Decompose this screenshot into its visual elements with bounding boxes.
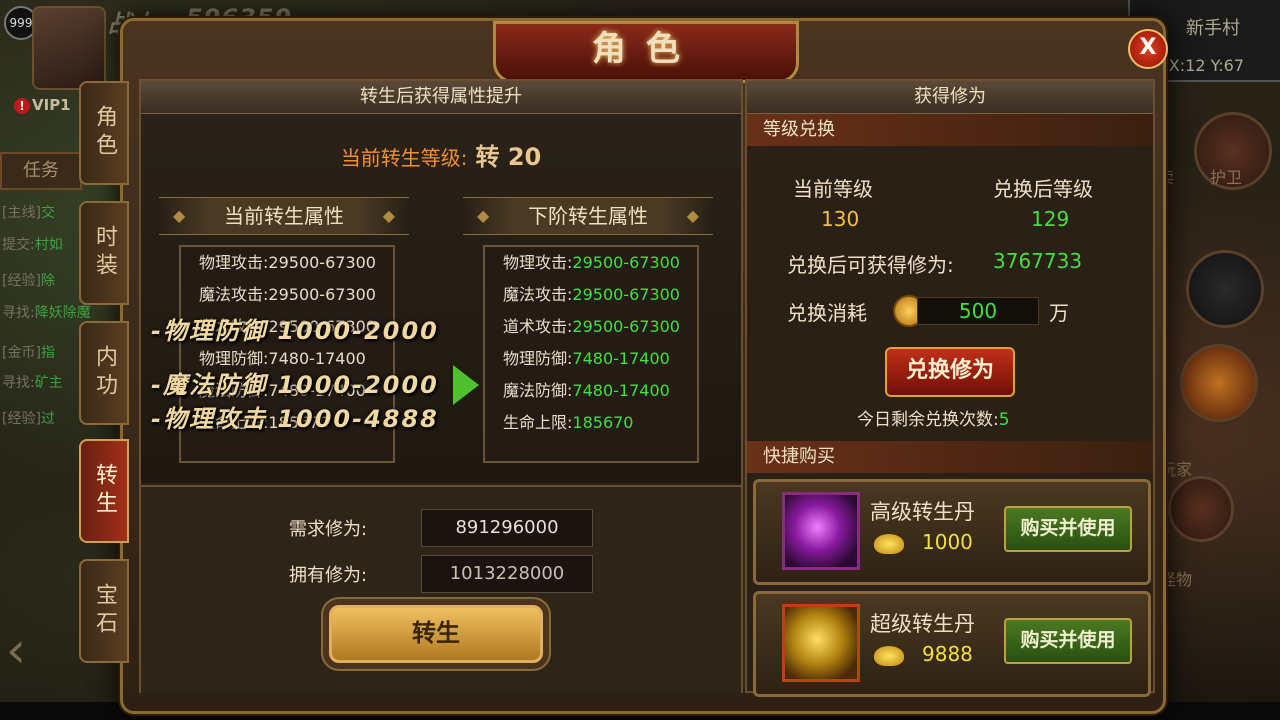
current-level-label: 当前转生等级: xyxy=(340,146,468,170)
required-label: 需求修为: xyxy=(289,519,368,540)
remaining-count: 今日剩余兑换次数:5 xyxy=(857,405,1010,430)
task-tab[interactable]: 任务 xyxy=(0,152,82,190)
gold-orb-icon[interactable] xyxy=(782,604,860,682)
after-level-value: 129 xyxy=(1031,207,1070,231)
quest-tag: 提交: xyxy=(2,237,35,253)
requirement-area: 需求修为: 891296000 拥有修为: 1013228000 转生 xyxy=(141,485,741,693)
quest-line[interactable]: [主线]交 xyxy=(2,202,55,222)
rebirth-button[interactable]: 转生 xyxy=(329,605,543,663)
attr-row: 魔法攻击:29500-67300 xyxy=(199,285,376,304)
attr-row: 物理防御:7480-17400 xyxy=(503,349,670,368)
quest-line[interactable]: 寻找:矿主 xyxy=(2,372,63,392)
quest-text: 除 xyxy=(40,273,55,289)
tab-gem[interactable]: 宝石 xyxy=(79,559,129,663)
after-level-label: 兑换后等级 xyxy=(993,177,1093,201)
guard-label: 护卫 xyxy=(1210,168,1243,187)
gain-value: 3767733 xyxy=(993,249,1083,273)
quest-tag: 寻找: xyxy=(2,305,35,321)
rebirth-panel: 转生后获得属性提升 当前转生等级: 转 20 当前转生属性 下阶转生属性 物理攻击… xyxy=(139,79,743,693)
floating-bonus-text: -魔法防御 1000-2000 xyxy=(151,371,439,399)
floating-bonus-text: -物理防御 1000-2000 xyxy=(151,317,439,345)
rebirth-panel-header: 转生后获得属性提升 xyxy=(141,81,741,114)
window-title: 角色 xyxy=(592,29,700,69)
cost-value: 500 xyxy=(917,297,1039,325)
vip-label: VIP1 xyxy=(32,96,71,114)
quest-tag: [经验] xyxy=(2,411,41,427)
next-attr-title: 下阶转生属性 xyxy=(463,197,713,235)
map-coordinates: X:12 Y:67 xyxy=(1168,56,1244,75)
buy-and-use-button[interactable]: 购买并使用 xyxy=(1004,506,1132,552)
item-price: 1000 xyxy=(922,530,973,554)
quest-tag: [主线] xyxy=(2,205,41,221)
item-name: 高级转生丹 xyxy=(870,500,975,524)
current-level-value: 130 xyxy=(821,207,860,231)
shop-item: 高级转生丹 1000 购买并使用 xyxy=(753,479,1151,585)
attr-row: 物理攻击:29500-67300 xyxy=(503,253,680,272)
quest-text: 交 xyxy=(40,205,55,221)
quest-line[interactable]: [金币]指 xyxy=(2,342,55,362)
cultivation-panel-header: 获得修为 xyxy=(747,81,1153,114)
arrow-right-icon xyxy=(453,365,479,405)
quest-tag: 寻找: xyxy=(2,375,35,391)
character-window: 角色 X 角色 时装 内功 转生 宝石 转生后获得属性提升 当前转生等级: 转 2… xyxy=(79,18,1168,714)
quick-buy-title: 快捷购买 xyxy=(747,441,1153,473)
current-rebirth-level: 当前转生等级: 转 20 xyxy=(141,137,741,172)
floating-bonus-text: -物理攻击 1000-4888 xyxy=(151,405,439,433)
item-price: 9888 xyxy=(922,642,973,666)
remaining-value: 5 xyxy=(998,410,1010,430)
quest-tag: [金币] xyxy=(2,345,41,361)
item-name: 超级转生丹 xyxy=(870,612,975,636)
close-icon: X xyxy=(1139,35,1157,60)
quest-tag: [经验] xyxy=(2,273,41,289)
attr-row: 生命上限:185670 xyxy=(503,413,634,432)
buy-and-use-button[interactable]: 购买并使用 xyxy=(1004,618,1132,664)
quest-text: 村如 xyxy=(34,237,63,253)
tab-rebirth[interactable]: 转生 xyxy=(79,439,129,543)
attr-row: 魔法防御:7480-17400 xyxy=(503,381,670,400)
remaining-label: 今日剩余兑换次数: xyxy=(857,410,999,430)
shop-item: 超级转生丹 9888 购买并使用 xyxy=(753,591,1151,697)
gold-ingot-icon xyxy=(874,646,904,666)
exchange-button[interactable]: 兑换修为 xyxy=(885,347,1015,397)
owned-value: 1013228000 xyxy=(421,555,593,593)
owned-label: 拥有修为: xyxy=(289,565,368,586)
window-title-plate: 角色 xyxy=(493,21,799,83)
purple-orb-icon[interactable] xyxy=(782,492,860,570)
skill-button[interactable] xyxy=(1186,250,1264,328)
attribute-area: 当前转生等级: 转 20 当前转生属性 下阶转生属性 物理攻击:29500-673… xyxy=(141,115,741,483)
attr-row: 道术攻击:29500-67300 xyxy=(503,317,680,336)
quest-text: 降妖除魔 xyxy=(34,305,91,321)
cultivation-panel: 获得修为 等级兑换 当前等级 兑换后等级 130 129 兑换后可获得修为: 3… xyxy=(745,79,1155,697)
quest-text: 过 xyxy=(40,411,55,427)
quest-line[interactable]: [经验]除 xyxy=(2,270,55,290)
player-avatar[interactable] xyxy=(32,6,106,90)
gold-ingot-icon xyxy=(874,534,904,554)
quest-line[interactable]: [经验]过 xyxy=(2,408,55,428)
current-attr-title: 当前转生属性 xyxy=(159,197,409,235)
quest-text: 矿主 xyxy=(34,375,63,391)
required-value: 891296000 xyxy=(421,509,593,547)
exchange-section-title: 等级兑换 xyxy=(747,114,1153,146)
chevron-left-icon[interactable]: ‹ xyxy=(6,620,46,680)
current-level-value: 转 20 xyxy=(475,143,542,171)
attr-row: 物理攻击:29500-67300 xyxy=(199,253,376,272)
vip-badge[interactable]: ! VIP1 xyxy=(14,96,71,114)
quest-line[interactable]: 提交:村如 xyxy=(2,234,63,254)
tab-inner-power[interactable]: 内功 xyxy=(79,321,129,425)
quest-text: 指 xyxy=(40,345,55,361)
tab-fashion[interactable]: 时装 xyxy=(79,201,129,305)
next-attr-box: 物理攻击:29500-67300 魔法攻击:29500-67300 道术攻击:2… xyxy=(483,245,699,463)
cost-label: 兑换消耗 xyxy=(787,301,867,325)
alert-icon: ! xyxy=(14,98,30,114)
close-button[interactable]: X xyxy=(1128,29,1168,69)
tab-character[interactable]: 角色 xyxy=(79,81,129,185)
quest-line[interactable]: 寻找:降妖除魔 xyxy=(2,302,91,322)
gain-label: 兑换后可获得修为: xyxy=(787,253,954,277)
cost-unit: 万 xyxy=(1049,301,1069,325)
target-button[interactable] xyxy=(1168,476,1234,542)
current-level-label: 当前等级 xyxy=(793,177,873,201)
map-name: 新手村 xyxy=(1186,18,1240,39)
attack-skill-button[interactable] xyxy=(1180,344,1258,422)
attr-row: 魔法攻击:29500-67300 xyxy=(503,285,680,304)
